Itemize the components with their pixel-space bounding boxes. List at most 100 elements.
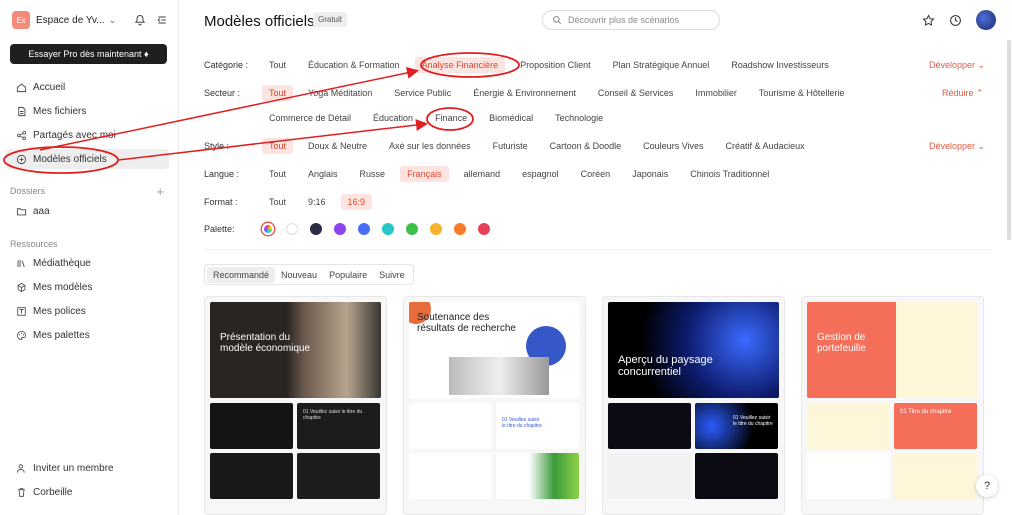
language-chip[interactable]: Coréen [574, 166, 618, 182]
search-placeholder: Découvrir plus de scénarios [568, 15, 680, 25]
slide-thumb [297, 453, 380, 499]
palette-swatch-rainbow[interactable] [262, 223, 274, 235]
palette-swatch-7[interactable] [430, 223, 442, 235]
format-chip[interactable]: 9:16 [301, 194, 333, 210]
sector-chip[interactable]: Biomédical [482, 110, 540, 126]
category-chip[interactable]: Proposition Client [513, 57, 598, 73]
style-chip[interactable]: Créatif & Audacieux [719, 138, 812, 154]
format-chip[interactable]: Tout [262, 194, 293, 210]
sector-chip[interactable]: Finance [428, 110, 474, 126]
palette-swatch-5[interactable] [382, 223, 394, 235]
style-chip-active[interactable]: Tout [262, 138, 294, 154]
palette-swatch-4[interactable] [358, 223, 370, 235]
category-chip[interactable]: Analyse Financière [414, 57, 506, 73]
nav-my-files[interactable]: Mes fichiers [6, 101, 169, 121]
sector-filter: Secteur : Tout Yoga Méditation Service P… [204, 84, 859, 102]
palette-icon [16, 330, 27, 340]
help-button[interactable]: ? [976, 475, 998, 497]
nav-my-templates[interactable]: Mes modèles [6, 277, 169, 297]
style-chip[interactable]: Cartoon & Doodle [543, 138, 629, 154]
palette-swatch-6[interactable] [406, 223, 418, 235]
style-chip[interactable]: Doux & Neutre [301, 138, 374, 154]
template-card[interactable]: Aperçu du paysage concurrentiel 01 Veuil… [602, 296, 785, 515]
nav-home[interactable]: Accueil [6, 77, 169, 97]
sector-chip[interactable]: Énergie & Environnement [466, 85, 583, 101]
palette-swatch-2[interactable] [310, 223, 322, 235]
sector-chip[interactable]: Tourisme & Hôtellerie [752, 85, 852, 101]
workspace-name: Espace de Yv... [36, 14, 105, 26]
home-icon [16, 82, 27, 92]
slide-caption: 01 Veuillez saisir le titre du chapitre [502, 417, 542, 429]
cube-icon [17, 282, 26, 292]
palette-swatch-9[interactable] [478, 223, 490, 235]
sector-chip[interactable]: Éducation [366, 110, 420, 126]
workspace-switcher[interactable]: Ex Espace de Yv... ⌄ [0, 0, 178, 30]
nav-my-palettes[interactable]: Mes palettes [6, 325, 169, 345]
language-chip-active[interactable]: Français [400, 166, 449, 182]
tab-new[interactable]: Nouveau [275, 267, 323, 283]
slide-thumb [210, 453, 293, 499]
search-input[interactable]: Découvrir plus de scénarios [542, 10, 720, 30]
palette-swatch-3[interactable] [334, 223, 346, 235]
sector-chip[interactable]: Technologie [548, 110, 610, 126]
history-icon[interactable] [949, 14, 962, 27]
category-chip[interactable]: Éducation & Formation [301, 57, 407, 73]
sector-collapse-toggle[interactable]: Réduire ⌃ [942, 88, 984, 99]
style-chip[interactable]: Futuriste [486, 138, 535, 154]
template-title: Aperçu du paysage concurrentiel [618, 354, 713, 378]
category-chip[interactable]: Tout [262, 57, 293, 73]
sector-chip[interactable]: Immobilier [688, 85, 744, 101]
category-chip[interactable]: Plan Stratégique Annuel [606, 57, 717, 73]
language-chip[interactable]: Tout [262, 166, 293, 182]
template-card[interactable]: Soutenance des résultats de recherche 01… [403, 296, 586, 515]
nav-media-library[interactable]: Médiathèque [6, 253, 169, 273]
slide-thumb [496, 453, 579, 499]
style-chip[interactable]: Couleurs Vives [636, 138, 710, 154]
sector-chip[interactable]: Commerce de Détail [262, 110, 358, 126]
sector-chip-active[interactable]: Tout [262, 85, 294, 101]
template-card[interactable]: Présentation du modèle économique 01 Veu… [204, 296, 387, 515]
avatar[interactable] [976, 10, 996, 30]
language-chip[interactable]: Japonais [625, 166, 675, 182]
template-card[interactable]: Gestion de portefeuille 01 Titre du chap… [801, 296, 984, 515]
slide-caption: 01 Veuillez saisir le titre du chapitre [303, 409, 363, 421]
sector-chip[interactable]: Service Public [387, 85, 458, 101]
file-icon [18, 106, 26, 116]
tab-following[interactable]: Suivre [373, 267, 411, 283]
category-expand-toggle[interactable]: Développer ⌄ [929, 60, 985, 71]
collapse-sidebar-icon[interactable] [156, 14, 168, 26]
try-pro-button[interactable]: Essayer Pro dès maintenant ♦ [10, 44, 167, 64]
palette-swatch-8[interactable] [454, 223, 466, 235]
format-chip-active[interactable]: 16:9 [340, 194, 373, 210]
palette-swatch-1[interactable] [286, 223, 298, 235]
language-chip[interactable]: allemand [457, 166, 508, 182]
sector-chip[interactable]: Yoga Méditation [301, 85, 379, 101]
language-chip[interactable]: Chinois Traditionnel [683, 166, 776, 182]
sector-chip[interactable]: Conseil & Services [591, 85, 681, 101]
nav-shared[interactable]: Partagés avec moi [6, 125, 169, 145]
folder-item[interactable]: aaa [6, 201, 169, 221]
language-chip[interactable]: Anglais [301, 166, 345, 182]
slide-thumb: 01 Veuillez saisir le titre du chapitre [496, 403, 579, 449]
nav-official-templates[interactable]: Modèles officiels [6, 149, 169, 169]
star-icon[interactable] [922, 13, 935, 27]
language-chip[interactable]: Russe [353, 166, 393, 182]
nav-my-fonts[interactable]: Mes polices [6, 301, 169, 321]
style-expand-toggle[interactable]: Développer ⌄ [929, 141, 985, 152]
template-title: Présentation du modèle économique [220, 332, 311, 354]
resources-heading: Ressources [10, 239, 58, 249]
tab-recommended[interactable]: Recommandé [207, 266, 276, 283]
invite-member-button[interactable]: Inviter un membre [6, 458, 169, 478]
scrollbar[interactable] [1007, 40, 1011, 240]
add-folder-icon[interactable]: + [156, 184, 164, 199]
slide-thumb [894, 453, 977, 499]
style-chip[interactable]: Axé sur les données [382, 138, 478, 154]
bell-icon[interactable] [134, 14, 146, 26]
tab-popular[interactable]: Populaire [323, 267, 373, 283]
category-chip[interactable]: Roadshow Investisseurs [724, 57, 836, 73]
language-chip[interactable]: espagnol [515, 166, 566, 182]
page-title: Modèles officiels [204, 13, 315, 30]
template-preview: Présentation du modèle économique [210, 302, 381, 398]
nav-label: Modèles officiels [33, 153, 107, 165]
trash-button[interactable]: Corbeille [6, 482, 169, 502]
